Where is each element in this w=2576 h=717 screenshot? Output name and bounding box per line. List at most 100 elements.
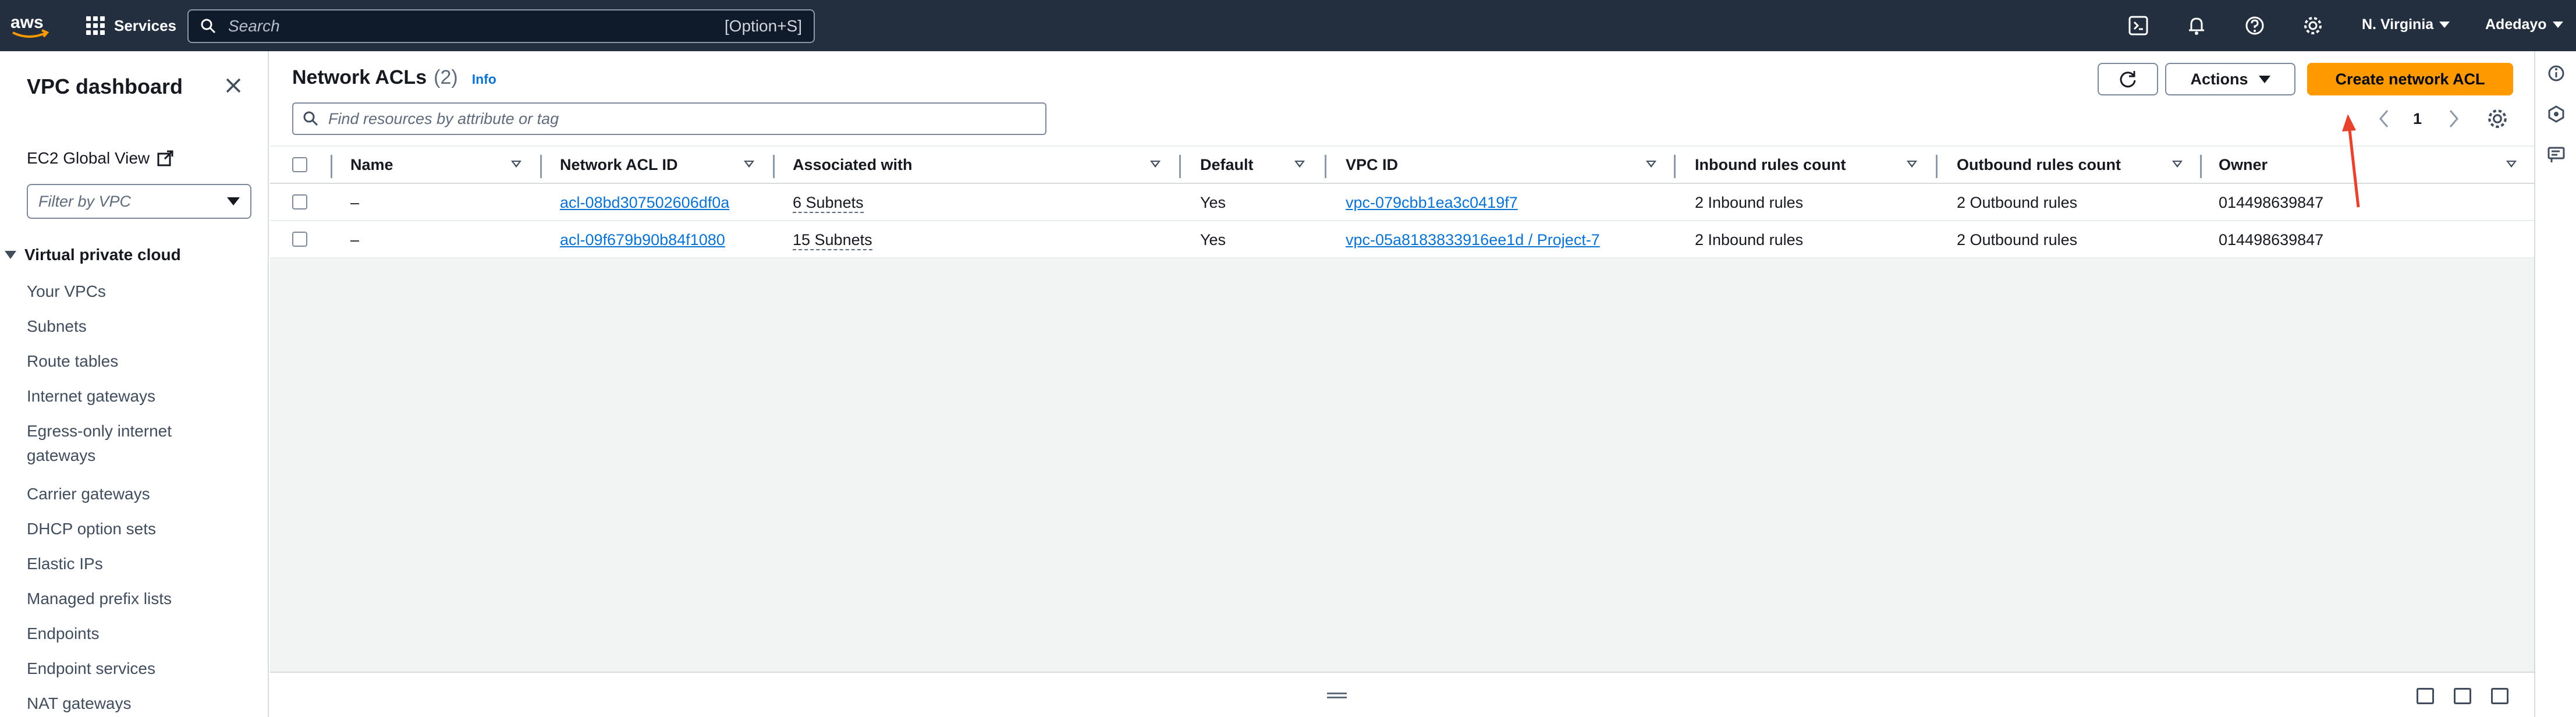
column-header-network-acl-id[interactable]: Network ACL ID bbox=[560, 156, 678, 174]
cell-default: Yes bbox=[1200, 194, 1226, 211]
column-header-associated-with[interactable]: Associated with bbox=[793, 156, 913, 174]
column-separator[interactable] bbox=[1179, 155, 1181, 178]
sidebar-item-carrier-gateways[interactable]: Carrier gateways bbox=[27, 482, 248, 506]
close-icon[interactable] bbox=[223, 76, 243, 95]
main-content: Network ACLs (2) Info Actions Create net… bbox=[270, 51, 2534, 717]
panel-side-icon[interactable] bbox=[2454, 688, 2471, 704]
sidebar-item-internet-gateways[interactable]: Internet gateways bbox=[27, 384, 248, 409]
panel-full-icon[interactable] bbox=[2491, 688, 2508, 704]
column-header-default[interactable]: Default bbox=[1200, 156, 1254, 174]
cell-outbound-rules-count: 2 Outbound rules bbox=[1957, 231, 2078, 249]
sidebar-item-nat-gateways[interactable]: NAT gateways bbox=[27, 691, 248, 716]
cloudshell-icon[interactable] bbox=[2128, 15, 2149, 36]
network-acls-panel: Network ACLs (2) Info Actions Create net… bbox=[270, 51, 2534, 258]
table-settings-gear-icon[interactable] bbox=[2486, 107, 2508, 130]
cell-network-acl-id-link[interactable]: acl-09f679b90b84f1080 bbox=[560, 231, 725, 249]
top-navigation-bar: aws Services Search [Option+S] N. Virgin… bbox=[0, 0, 2576, 51]
column-header-owner[interactable]: Owner bbox=[2219, 156, 2268, 174]
chevron-left-icon[interactable] bbox=[2377, 107, 2391, 130]
page-title-text: Network ACLs bbox=[292, 66, 427, 88]
explore-icon[interactable] bbox=[2547, 105, 2566, 123]
panel-bottom-icon[interactable] bbox=[2417, 688, 2434, 704]
sort-icon[interactable] bbox=[2506, 161, 2517, 168]
refresh-button[interactable] bbox=[2098, 63, 2158, 95]
create-network-acl-button[interactable]: Create network ACL bbox=[2307, 63, 2513, 95]
cell-outbound-rules-count: 2 Outbound rules bbox=[1957, 194, 2078, 211]
services-label: Services bbox=[114, 16, 176, 34]
cell-vpc-id-link[interactable]: vpc-079cbb1ea3c0419f7 bbox=[1346, 194, 1518, 212]
cell-network-acl-id-link[interactable]: acl-08bd307502606df0a bbox=[560, 194, 729, 212]
sort-icon[interactable] bbox=[1907, 161, 1917, 168]
sort-icon[interactable] bbox=[511, 161, 521, 168]
account-menu[interactable]: Adedayo bbox=[2485, 16, 2563, 33]
info-link[interactable]: Info bbox=[472, 72, 496, 87]
row-checkbox[interactable] bbox=[292, 194, 307, 210]
column-separator[interactable] bbox=[773, 155, 775, 178]
sidebar-title[interactable]: VPC dashboard bbox=[27, 74, 183, 99]
bell-icon[interactable] bbox=[2186, 15, 2207, 36]
column-separator[interactable] bbox=[1674, 155, 1676, 178]
sidebar-item-managed-prefix-lists[interactable]: Managed prefix lists bbox=[27, 587, 248, 611]
actions-label: Actions bbox=[2190, 70, 2248, 88]
cell-associated-with[interactable]: 6 Subnets bbox=[793, 194, 864, 213]
vpc-filter-select[interactable]: Filter by VPC bbox=[27, 184, 251, 219]
column-separator[interactable] bbox=[540, 155, 542, 178]
column-header-name[interactable]: Name bbox=[350, 156, 393, 174]
sidebar-item-endpoint-services[interactable]: Endpoint services bbox=[27, 656, 248, 681]
column-header-vpc-id[interactable]: VPC ID bbox=[1346, 156, 1398, 174]
aws-logo[interactable]: aws bbox=[10, 10, 50, 41]
cell-vpc-id-link[interactable]: vpc-05a8183833916ee1d / Project-7 bbox=[1346, 231, 1600, 249]
cell-default: Yes bbox=[1200, 231, 1226, 249]
column-header-outbound-rules-count[interactable]: Outbound rules count bbox=[1957, 156, 2121, 174]
select-all-checkbox[interactable] bbox=[292, 157, 307, 172]
create-network-acl-label: Create network ACL bbox=[2335, 70, 2485, 88]
sidebar-item-elastic-ips[interactable]: Elastic IPs bbox=[27, 552, 248, 576]
page-title-count: (2) bbox=[434, 66, 458, 88]
caret-down-icon bbox=[5, 251, 16, 259]
chevron-right-icon[interactable] bbox=[2447, 107, 2461, 130]
sidebar-item-egress-only-internet-gateways[interactable]: Egress-only internet gateways bbox=[27, 419, 201, 468]
actions-button[interactable]: Actions bbox=[2165, 63, 2295, 95]
sidebar: VPC dashboard EC2 Global View Filter by … bbox=[0, 51, 269, 717]
sidebar-item-your-vpcs[interactable]: Your VPCs bbox=[27, 279, 248, 304]
region-selector[interactable]: N. Virginia bbox=[2362, 16, 2450, 33]
ec2-global-view-link[interactable]: EC2 Global View bbox=[27, 149, 174, 168]
sidebar-item-route-tables[interactable]: Route tables bbox=[27, 349, 248, 374]
global-search-input[interactable]: Search [Option+S] bbox=[187, 9, 815, 43]
split-panel-bar bbox=[270, 672, 2534, 717]
table-row[interactable]: – acl-08bd307502606df0a 6 Subnets Yes vp… bbox=[270, 184, 2534, 221]
sidebar-item-endpoints[interactable]: Endpoints bbox=[27, 622, 248, 646]
column-separator[interactable] bbox=[1325, 155, 1326, 178]
chevron-down-icon bbox=[2439, 22, 2450, 28]
column-separator[interactable] bbox=[1936, 155, 1938, 178]
cell-inbound-rules-count: 2 Inbound rules bbox=[1695, 194, 1804, 211]
sort-icon[interactable] bbox=[1646, 161, 1656, 168]
resource-filter-input[interactable]: Find resources by attribute or tag bbox=[292, 102, 1046, 135]
services-menu[interactable]: Services bbox=[86, 14, 176, 37]
svg-text:aws: aws bbox=[10, 13, 44, 32]
sort-icon[interactable] bbox=[1150, 161, 1161, 168]
section-virtual-private-cloud[interactable]: Virtual private cloud bbox=[5, 246, 181, 264]
resize-handle-icon[interactable] bbox=[1327, 693, 1347, 698]
sidebar-item-subnets[interactable]: Subnets bbox=[27, 314, 248, 339]
grid-icon bbox=[86, 16, 105, 35]
help-icon[interactable] bbox=[2244, 15, 2265, 36]
table-row[interactable]: – acl-09f679b90b84f1080 15 Subnets Yes v… bbox=[270, 221, 2534, 258]
search-shortcut: [Option+S] bbox=[724, 17, 802, 35]
cell-owner: 014498639847 bbox=[2219, 231, 2324, 249]
sort-icon[interactable] bbox=[1294, 161, 1305, 168]
cell-name: – bbox=[350, 194, 360, 211]
info-icon[interactable] bbox=[2547, 64, 2566, 83]
search-icon bbox=[201, 19, 216, 34]
column-header-inbound-rules-count[interactable]: Inbound rules count bbox=[1695, 156, 1846, 174]
page-number[interactable]: 1 bbox=[2413, 107, 2422, 130]
external-link-icon bbox=[157, 150, 173, 166]
row-checkbox[interactable] bbox=[292, 232, 307, 247]
cell-associated-with[interactable]: 15 Subnets bbox=[793, 231, 872, 250]
feedback-icon[interactable] bbox=[2547, 145, 2566, 164]
sort-icon[interactable] bbox=[2172, 161, 2183, 168]
sidebar-item-dhcp-option-sets[interactable]: DHCP option sets bbox=[27, 517, 248, 541]
gear-icon[interactable] bbox=[2302, 15, 2323, 36]
sort-icon[interactable] bbox=[744, 161, 754, 168]
column-separator[interactable] bbox=[2200, 155, 2202, 178]
